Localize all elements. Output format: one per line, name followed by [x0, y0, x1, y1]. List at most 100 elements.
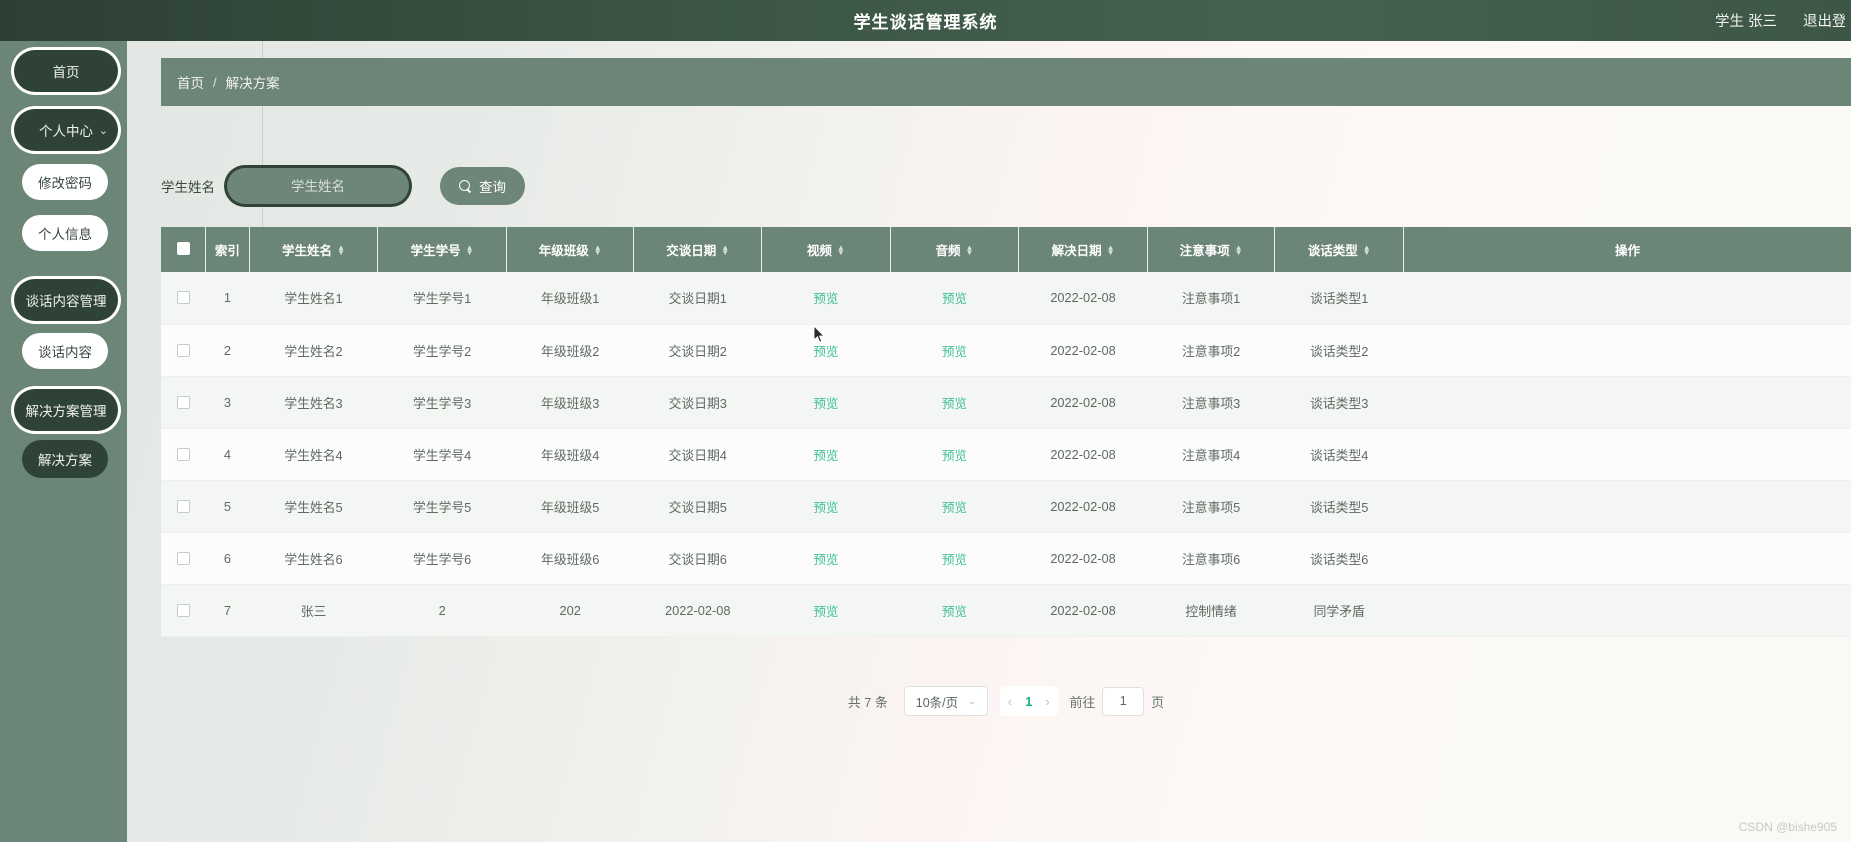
- sidebar-item-personal-center[interactable]: 个人中心 ⌄: [14, 109, 118, 151]
- cell-student_id: 2: [377, 584, 507, 637]
- row-checkbox-cell[interactable]: [161, 272, 206, 325]
- select-all-checkbox[interactable]: [176, 241, 190, 255]
- breadcrumb-home[interactable]: 首页: [177, 72, 204, 92]
- cell-solve_date: 2022-02-08: [1018, 584, 1148, 637]
- page-number-1[interactable]: 1: [1025, 694, 1032, 709]
- row-checkbox[interactable]: [176, 447, 190, 461]
- cell-audio[interactable]: 预览: [890, 584, 1019, 637]
- cell-video[interactable]: 预览: [761, 376, 891, 429]
- cell-audio[interactable]: 预览: [890, 324, 1019, 377]
- table-header-talk-date[interactable]: 交谈日期 ▲ ▼: [633, 227, 763, 272]
- cell-wrap: [161, 272, 206, 323]
- cell-audio[interactable]: 预览: [890, 376, 1019, 429]
- column-label: 谈话类型: [1307, 244, 1358, 258]
- sort-arrows-icon[interactable]: ▲ ▼: [337, 243, 345, 256]
- preview-link[interactable]: 预览: [813, 605, 838, 619]
- sidebar-item-personal-info[interactable]: 个人信息: [22, 215, 108, 251]
- table-header-grade-class[interactable]: 年级班级 ▲ ▼: [506, 227, 635, 272]
- cell-video[interactable]: 预览: [761, 324, 891, 377]
- cell-solve_date: 2022-02-08: [1018, 480, 1148, 533]
- table-header-student-id[interactable]: 学生学号 ▲ ▼: [377, 227, 507, 272]
- sort-arrows-icon[interactable]: ▲ ▼: [1363, 243, 1371, 256]
- row-checkbox-cell[interactable]: [161, 584, 206, 637]
- preview-link[interactable]: 预览: [813, 501, 838, 515]
- preview-link[interactable]: 预览: [942, 449, 967, 463]
- column-label: 学生姓名: [282, 244, 333, 258]
- cell-grade_class: 202: [506, 584, 634, 637]
- sidebar: 首页 个人中心 ⌄ 修改密码 个人信息 谈话内容管理 ⌄ 谈话内容 解决方案管理…: [0, 41, 127, 842]
- cell-audio[interactable]: 预览: [890, 480, 1019, 533]
- search-input[interactable]: [227, 168, 409, 204]
- cell-index: 4: [205, 428, 250, 481]
- table-header-talk-type[interactable]: 谈话类型 ▲ ▼: [1274, 227, 1405, 272]
- sidebar-item-home[interactable]: 首页: [14, 50, 118, 92]
- preview-link[interactable]: 预览: [942, 397, 967, 411]
- row-checkbox[interactable]: [176, 603, 190, 617]
- sort-arrows-icon[interactable]: ▲ ▼: [721, 243, 729, 256]
- cell-video[interactable]: 预览: [761, 532, 891, 585]
- row-checkbox-cell[interactable]: [161, 532, 206, 585]
- sidebar-item-talk-content-manage[interactable]: 谈话内容管理 ⌄: [14, 279, 118, 321]
- next-page-button[interactable]: ›: [1045, 694, 1049, 709]
- cell-audio[interactable]: 预览: [890, 272, 1019, 325]
- preview-link[interactable]: 预览: [942, 292, 967, 306]
- row-checkbox-cell[interactable]: [161, 480, 206, 533]
- cell-video[interactable]: 预览: [761, 480, 891, 533]
- row-checkbox[interactable]: [176, 343, 190, 357]
- sidebar-item-talk-content[interactable]: 谈话内容: [22, 333, 108, 369]
- column-label: 解决日期: [1051, 244, 1102, 258]
- table-header-student-name[interactable]: 学生姓名 ▲ ▼: [249, 227, 379, 272]
- cell-video[interactable]: 预览: [761, 272, 891, 325]
- table-header-notes[interactable]: 注意事项 ▲ ▼: [1147, 227, 1276, 272]
- cell-video[interactable]: 预览: [761, 584, 891, 637]
- row-checkbox-cell[interactable]: [161, 376, 206, 429]
- cell-student_name: 学生姓名1: [249, 272, 378, 325]
- cell-student_id: 学生学号2: [377, 324, 507, 377]
- data-table-container: 索引 学生姓名 ▲ ▼ 学生学号 ▲ ▼ 年级班级 ▲ ▼ 交谈日期 ▲ ▼ 视…: [161, 227, 1851, 637]
- sort-arrows-icon[interactable]: ▲ ▼: [837, 243, 845, 256]
- cell-audio[interactable]: 预览: [890, 532, 1019, 585]
- preview-link[interactable]: 预览: [942, 553, 967, 567]
- preview-link[interactable]: 预览: [813, 345, 838, 359]
- sort-arrows-icon[interactable]: ▲ ▼: [1107, 243, 1115, 256]
- cell-index: 6: [205, 532, 250, 585]
- cell-index: 1: [205, 272, 250, 325]
- page-size-select[interactable]: 10条/页 ⌄: [903, 686, 988, 716]
- row-checkbox[interactable]: [176, 499, 190, 513]
- row-checkbox-cell[interactable]: [161, 428, 206, 481]
- table-header-audio[interactable]: 音频 ▲ ▼: [890, 227, 1020, 272]
- sidebar-item-solution-manage[interactable]: 解决方案管理 ⌄: [14, 389, 118, 431]
- preview-link[interactable]: 预览: [813, 397, 838, 411]
- breadcrumb-current: 解决方案: [225, 76, 280, 91]
- sort-arrows-icon[interactable]: ▲ ▼: [594, 243, 602, 256]
- sidebar-item-change-password[interactable]: 修改密码: [22, 164, 108, 200]
- cell-grade_class: 年级班级3: [506, 376, 634, 429]
- cell-talk_date: 交谈日期6: [633, 532, 762, 585]
- cell-grade_class: 年级班级2: [506, 324, 634, 377]
- sort-arrows-icon[interactable]: ▲ ▼: [466, 243, 474, 256]
- preview-link[interactable]: 预览: [942, 345, 967, 359]
- sort-arrows-icon[interactable]: ▲ ▼: [965, 243, 973, 256]
- prev-page-button[interactable]: ‹: [1008, 694, 1012, 709]
- sort-arrows-icon[interactable]: ▲ ▼: [1235, 243, 1243, 256]
- preview-link[interactable]: 预览: [942, 605, 967, 619]
- table-header-video[interactable]: 视频 ▲ ▼: [761, 227, 891, 272]
- sidebar-item-solution[interactable]: 解决方案: [22, 440, 108, 478]
- preview-link[interactable]: 预览: [813, 449, 838, 463]
- table-header-checkbox[interactable]: [161, 227, 207, 272]
- logout-button[interactable]: 退出登录: [1803, 10, 1845, 31]
- preview-link[interactable]: 预览: [813, 553, 838, 567]
- cell-talk_type: 谈话类型5: [1274, 480, 1404, 533]
- sidebar-item-label: 解决方案: [38, 453, 92, 468]
- row-checkbox[interactable]: [176, 395, 190, 409]
- cell-video[interactable]: 预览: [761, 428, 891, 481]
- query-button[interactable]: 查询: [440, 167, 525, 205]
- preview-link[interactable]: 预览: [942, 501, 967, 515]
- row-checkbox[interactable]: [176, 291, 190, 305]
- cell-audio[interactable]: 预览: [890, 428, 1019, 481]
- row-checkbox[interactable]: [176, 551, 190, 565]
- row-checkbox-cell[interactable]: [161, 324, 206, 377]
- preview-link[interactable]: 预览: [813, 292, 838, 306]
- jump-page-input[interactable]: [1102, 686, 1145, 716]
- table-header-solve-date[interactable]: 解决日期 ▲ ▼: [1018, 227, 1148, 272]
